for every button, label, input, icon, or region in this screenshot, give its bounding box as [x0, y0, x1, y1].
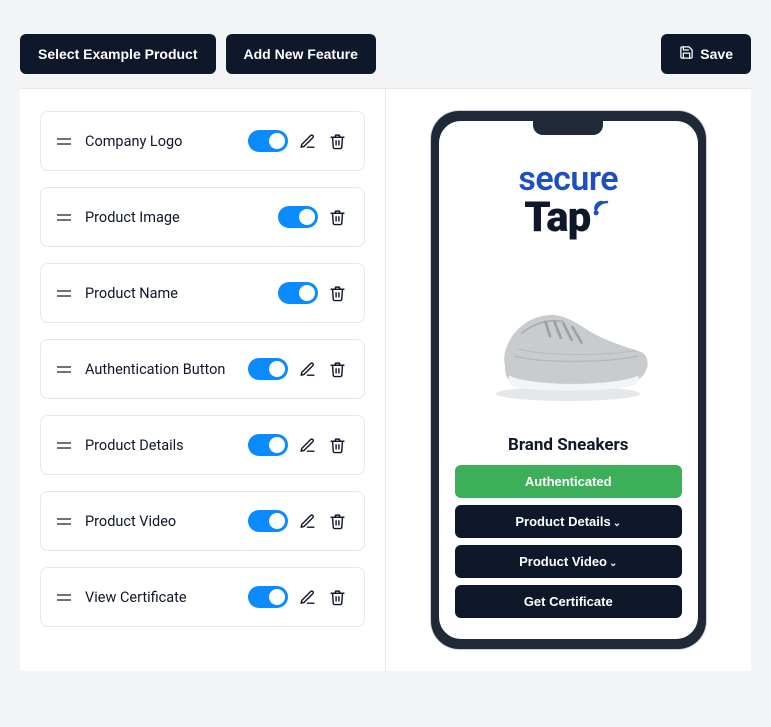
drag-handle-icon[interactable] — [57, 591, 71, 604]
toolbar: Select Example Product Add New Feature S… — [20, 20, 751, 89]
product-details-button[interactable]: Product Details⌄ — [455, 505, 682, 538]
feature-label: Authentication Button — [85, 361, 248, 378]
feature-toggle[interactable] — [248, 510, 288, 532]
trash-icon[interactable] — [328, 283, 348, 303]
logo-word-tap: Tap — [524, 199, 612, 237]
drag-handle-icon[interactable] — [57, 287, 71, 300]
feature-label: Company Logo — [85, 133, 248, 150]
edit-icon[interactable] — [298, 435, 318, 455]
feature-actions — [278, 206, 348, 228]
product-video-button[interactable]: Product Video⌄ — [455, 545, 682, 578]
feature-toggle[interactable] — [248, 586, 288, 608]
get-certificate-button[interactable]: Get Certificate — [455, 585, 682, 618]
drag-handle-icon[interactable] — [57, 211, 71, 224]
feature-toggle[interactable] — [278, 282, 318, 304]
features-list: Company Logo Product Image Product Name Aut… — [20, 89, 386, 671]
app-root: Select Example Product Add New Feature S… — [20, 20, 751, 671]
feature-actions — [278, 282, 348, 304]
feature-actions — [248, 434, 348, 456]
phone-frame: secure Tap — [431, 111, 706, 649]
drag-handle-icon[interactable] — [57, 135, 71, 148]
trash-icon[interactable] — [328, 435, 348, 455]
product-name: Brand Sneakers — [455, 435, 682, 455]
feature-actions — [248, 358, 348, 380]
company-logo: secure Tap — [455, 149, 682, 243]
sneaker-icon — [478, 263, 658, 413]
edit-icon[interactable] — [298, 359, 318, 379]
main-area: Company Logo Product Image Product Name Aut… — [20, 89, 751, 671]
product-details-label: Product Details — [515, 514, 610, 529]
logo-tap-text: Tap — [524, 199, 590, 237]
trash-icon[interactable] — [328, 359, 348, 379]
phone-notch — [533, 121, 603, 135]
feature-toggle[interactable] — [248, 358, 288, 380]
signal-icon — [592, 197, 612, 221]
drag-handle-icon[interactable] — [57, 439, 71, 452]
edit-icon[interactable] — [298, 511, 318, 531]
feature-label: View Certificate — [85, 589, 248, 606]
feature-label: Product Image — [85, 209, 278, 226]
chevron-down-icon: ⌄ — [613, 518, 621, 529]
feature-label: Product Name — [85, 285, 278, 302]
trash-icon[interactable] — [328, 587, 348, 607]
edit-icon[interactable] — [298, 131, 318, 151]
phone-content: secure Tap — [439, 141, 698, 639]
save-icon — [679, 45, 694, 63]
feature-card: View Certificate — [40, 567, 365, 627]
feature-card: Company Logo — [40, 111, 365, 171]
feature-card: Authentication Button — [40, 339, 365, 399]
feature-toggle[interactable] — [248, 130, 288, 152]
chevron-down-icon: ⌄ — [609, 558, 617, 569]
select-example-product-button[interactable]: Select Example Product — [20, 34, 216, 74]
feature-card: Product Name — [40, 263, 365, 323]
drag-handle-icon[interactable] — [57, 515, 71, 528]
feature-actions — [248, 510, 348, 532]
feature-actions — [248, 586, 348, 608]
phone-screen: secure Tap — [439, 121, 698, 639]
save-button[interactable]: Save — [661, 34, 751, 74]
drag-handle-icon[interactable] — [57, 363, 71, 376]
feature-actions — [248, 130, 348, 152]
product-image — [455, 243, 682, 427]
save-button-label: Save — [700, 46, 733, 62]
edit-icon[interactable] — [298, 587, 318, 607]
trash-icon[interactable] — [328, 207, 348, 227]
add-new-feature-button[interactable]: Add New Feature — [226, 34, 376, 74]
product-video-label: Product Video — [519, 554, 607, 569]
feature-label: Product Video — [85, 513, 248, 530]
authenticated-button[interactable]: Authenticated — [455, 465, 682, 498]
preview-panel: secure Tap — [386, 89, 752, 671]
feature-card: Product Video — [40, 491, 365, 551]
feature-toggle[interactable] — [248, 434, 288, 456]
trash-icon[interactable] — [328, 131, 348, 151]
feature-toggle[interactable] — [278, 206, 318, 228]
feature-label: Product Details — [85, 437, 248, 454]
feature-card: Product Image — [40, 187, 365, 247]
trash-icon[interactable] — [328, 511, 348, 531]
feature-card: Product Details — [40, 415, 365, 475]
